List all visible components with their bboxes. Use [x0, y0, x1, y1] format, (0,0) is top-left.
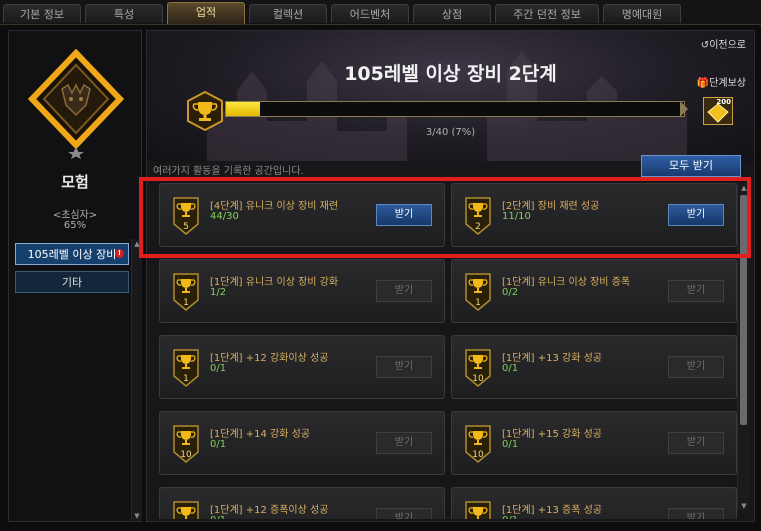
alert-badge-icon: !: [115, 249, 124, 258]
achievement-progress: 0/1: [502, 363, 519, 374]
achievement-name: [1단계] 유니크 이상 장비 증폭: [502, 277, 631, 288]
achievement-card: 10 [1단계] +13 증폭 성공0/1 받기: [451, 487, 737, 519]
trophy-badge-icon: 10: [465, 501, 491, 519]
tab-honor-member[interactable]: 명예대원: [603, 4, 681, 23]
achievement-name: [1단계] +12 강화이상 성공: [210, 353, 329, 364]
achievement-name: [1단계] 유니크 이상 장비 강화: [210, 277, 339, 288]
progress-fill: [226, 102, 261, 116]
badge-level: 1: [475, 298, 481, 308]
claim-button[interactable]: 받기: [668, 280, 724, 302]
progress-bar-cap: [680, 101, 688, 117]
header-banner: ↺이전으로 105레벨 이상 장비 2단계 🎁단계보상 200 3/40 (7%…: [147, 31, 754, 161]
achievement-progress: 0/1: [210, 515, 226, 519]
tab-shop[interactable]: 상점: [413, 4, 491, 23]
trophy-badge-icon: 1: [173, 501, 199, 519]
achievement-name: [1단계] +13 증폭 성공: [502, 505, 603, 516]
stage-reward-item[interactable]: 200: [703, 97, 733, 125]
claim-button[interactable]: 받기: [376, 508, 432, 519]
claim-button[interactable]: 받기: [668, 432, 724, 454]
achievement-name: [1단계] +15 강화 성공: [502, 429, 603, 440]
achievement-card: 10 [1단계] +13 강화 성공 0/1 받기: [451, 335, 737, 399]
stage-reward-label: 🎁단계보상: [697, 74, 746, 89]
achievement-panel: ↺이전으로 105레벨 이상 장비 2단계 🎁단계보상 200 3/40 (7%…: [146, 30, 755, 522]
trophy-badge-icon: 10: [465, 425, 491, 463]
progress-text: 3/40 (7%): [425, 127, 476, 138]
sidebar-scrollbar[interactable]: ▲ ▼: [131, 239, 142, 521]
category-sidebar: 모험 <초심자> 65% 105레벨 이상 장비 ! 기타 ▲ ▼: [8, 30, 142, 522]
achievement-name: [1단계] +12 증폭이상 성공: [210, 505, 329, 516]
trophy-badge-icon: 1: [465, 273, 491, 311]
sidebar-item-label: 기타: [61, 276, 83, 289]
claim-button[interactable]: 받기: [668, 508, 724, 519]
achievement-progress: 0/1: [210, 439, 227, 450]
badge-level: 10: [472, 450, 484, 460]
achievement-name: [1단계] +14 강화 성공: [210, 429, 311, 440]
achievement-card: 1 [1단계] +12 강화이상 성공 0/1 받기: [159, 335, 445, 399]
achievement-card: 1 [1단계] 유니크 이상 장비 증폭 0/2 받기: [451, 259, 737, 323]
completion-percent: 65%: [63, 220, 87, 231]
achievement-progress: 0/1: [502, 439, 519, 450]
achievement-card: 1 [1단계] +12 증폭이상 성공0/1 받기: [159, 487, 445, 519]
trophy-icon: [187, 91, 223, 131]
badge-level: 10: [180, 450, 192, 460]
tab-basic-info[interactable]: 기본 정보: [3, 4, 81, 23]
achievement-progress: 1/2: [210, 287, 227, 298]
tab-adventure[interactable]: 어드벤처: [331, 4, 409, 23]
trophy-badge-icon: 1: [173, 349, 199, 387]
category-title: 모험: [61, 173, 89, 191]
stage-title: 105레벨 이상 장비 2단계: [344, 63, 557, 85]
achievement-progress: 0/1: [210, 363, 227, 374]
badge-level: 10: [472, 374, 484, 384]
badge-level: 1: [183, 298, 189, 308]
tab-achievements[interactable]: 업적: [167, 2, 245, 24]
claim-button[interactable]: 받기: [376, 356, 432, 378]
stage-progress-bar: [225, 101, 685, 117]
sidebar-item-level105-gear[interactable]: 105레벨 이상 장비 !: [15, 243, 129, 265]
scroll-down-icon[interactable]: ▼: [738, 501, 750, 511]
tab-weekly-dungeon[interactable]: 주간 던전 정보: [495, 4, 599, 23]
achievement-progress: 0/1: [502, 515, 518, 519]
achievement-name: [1단계] +13 강화 성공: [502, 353, 603, 364]
achievement-progress: 0/2: [502, 287, 519, 298]
top-tab-bar: 기본 정보 특성 업적 컬렉션 어드벤처 상점 주간 던전 정보 명예대원: [0, 0, 761, 25]
tab-collection[interactable]: 컬렉션: [249, 4, 327, 23]
back-label: 이전으로: [709, 40, 746, 51]
adventure-emblem-icon: [27, 49, 125, 159]
back-button[interactable]: ↺이전으로: [701, 36, 746, 51]
scroll-down-icon[interactable]: ▼: [132, 511, 142, 521]
badge-level: 1: [183, 374, 189, 384]
highlight-box: [139, 177, 751, 258]
trophy-badge-icon: 1: [173, 273, 199, 311]
claim-all-button[interactable]: 모두 받기: [641, 155, 741, 177]
trophy-badge-icon: 10: [173, 425, 199, 463]
sidebar-item-etc[interactable]: 기타: [15, 271, 129, 293]
claim-button[interactable]: 받기: [376, 432, 432, 454]
gift-icon: 🎁: [696, 78, 710, 89]
trophy-badge-icon: 10: [465, 349, 491, 387]
sidebar-item-label: 105레벨 이상 장비: [27, 248, 117, 261]
claim-button[interactable]: 받기: [376, 280, 432, 302]
stage-reward-text: 단계보상: [709, 78, 746, 89]
achievement-card: 1 [1단계] 유니크 이상 장비 강화 1/2 받기: [159, 259, 445, 323]
achievement-card: 10 [1단계] +14 강화 성공 0/1 받기: [159, 411, 445, 475]
claim-button[interactable]: 받기: [668, 356, 724, 378]
back-arrow-icon: ↺: [700, 40, 710, 51]
reward-count: 200: [716, 98, 731, 106]
description-text: 여러가지 활동을 기록한 공간입니다.: [153, 166, 304, 177]
rank-label: <초심자>: [52, 210, 98, 221]
tab-traits[interactable]: 특성: [85, 4, 163, 23]
achievement-card: 10 [1단계] +15 강화 성공 0/1 받기: [451, 411, 737, 475]
